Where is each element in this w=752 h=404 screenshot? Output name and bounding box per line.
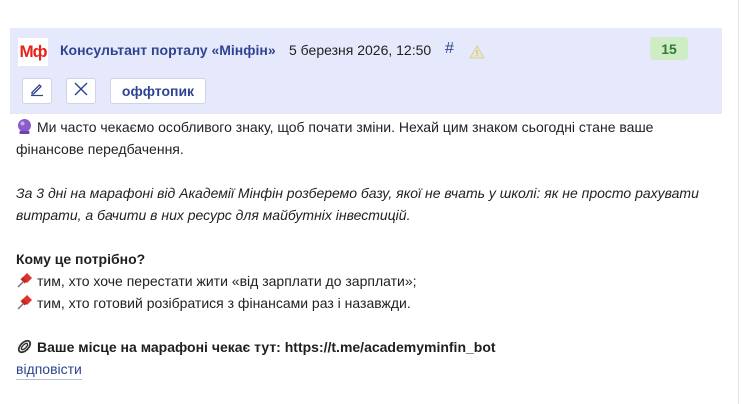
cta-text[interactable]: Ваше місце на марафоні чекає тут: https:…	[37, 339, 496, 355]
reply-link[interactable]: відповісти	[16, 361, 82, 380]
edit-button[interactable]	[22, 78, 52, 104]
intro-paragraph: Ми часто чекаємо особливого знаку, щоб п…	[16, 116, 716, 160]
permalink-link[interactable]: #	[445, 40, 454, 58]
pushpin-icon	[16, 294, 33, 311]
post-date: 5 березня 2026, 12:50	[289, 42, 432, 58]
forum-post: Мф Консультант порталу «Мінфін» 5 березн…	[0, 0, 752, 404]
bullet-item: тим, хто хоче перестати жити «від зарпла…	[16, 270, 716, 292]
cta-paragraph: Ваше місце на марафоні чекає тут: https:…	[16, 336, 716, 358]
close-icon	[73, 81, 89, 102]
offtopic-button[interactable]: оффтопик	[110, 78, 206, 104]
author-link[interactable]: Консультант порталу «Мінфін»	[60, 42, 276, 58]
vote-count-badge[interactable]: 15	[650, 37, 688, 60]
close-button[interactable]	[66, 78, 96, 104]
post-body: Ми часто чекаємо особливого знаку, щоб п…	[16, 116, 716, 358]
pencil-icon	[29, 81, 45, 102]
avatar[interactable]: Мф	[18, 38, 48, 66]
pushpin-icon	[16, 272, 33, 289]
post-header: Мф Консультант порталу «Мінфін» 5 березн…	[10, 28, 722, 114]
who-heading: Кому це потрібно?	[16, 251, 146, 267]
bullet-item: тим, хто готовий розібратися з фінансами…	[16, 292, 716, 314]
warning-triangle-icon[interactable]	[469, 45, 485, 59]
crystal-ball-icon	[16, 118, 33, 135]
content-border	[738, 0, 739, 404]
bullet-text: тим, хто хоче перестати жити «від зарпла…	[37, 273, 417, 289]
paperclip-icon	[16, 338, 33, 355]
italic-paragraph: За 3 дні на марафоні від Академії Мінфін…	[16, 185, 699, 223]
bullet-text: тим, хто готовий розібратися з фінансами…	[37, 295, 411, 311]
intro-text: Ми часто чекаємо особливого знаку, щоб п…	[16, 119, 654, 157]
